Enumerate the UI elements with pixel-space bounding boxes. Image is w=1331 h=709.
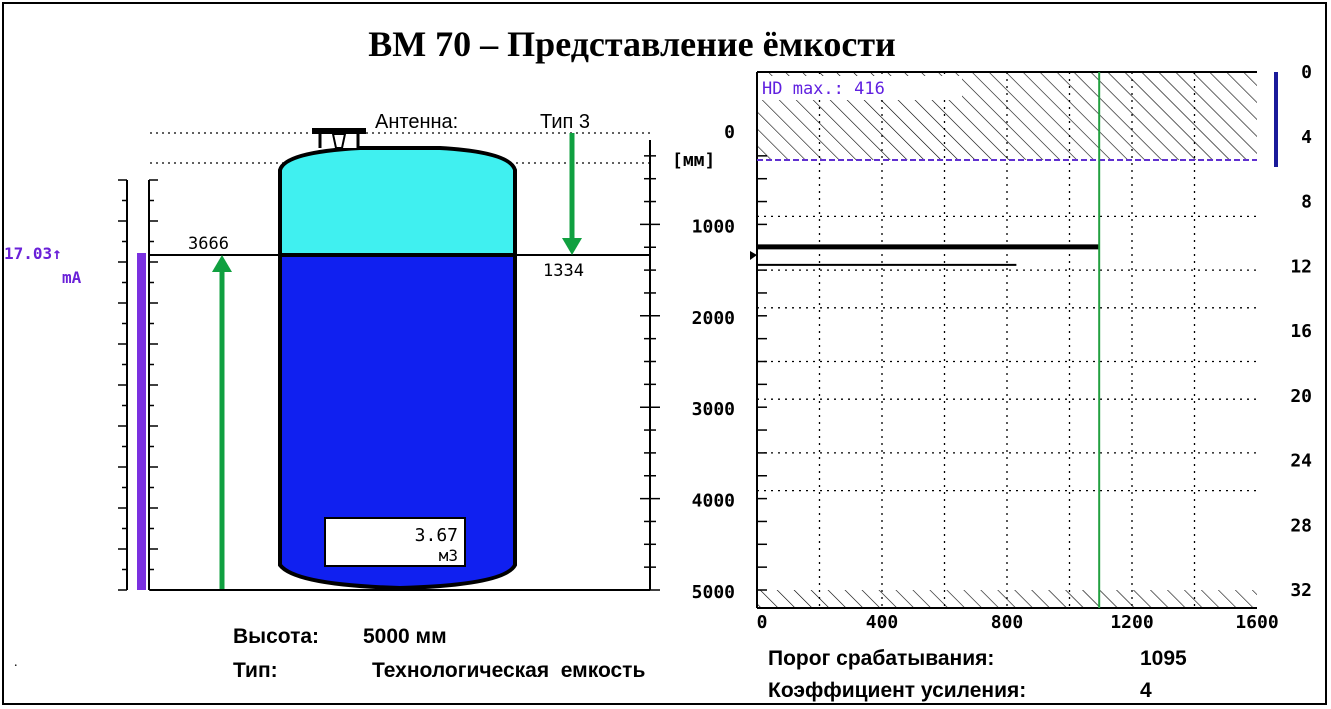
right-scale-labels: 0 4 8 12 16 20 24 28 32 <box>1290 62 1312 601</box>
depth-axis-unit: [мм] <box>672 150 715 171</box>
echo-chart-x-label: 0 <box>757 612 768 633</box>
antenna-label: Антенна: <box>375 111 458 133</box>
height-value: 5000 мм <box>363 625 447 648</box>
echo-chart-x-label: 1200 <box>1110 612 1153 633</box>
echo-chart-x-labels: 0 400 800 1200 1600 <box>757 612 1279 633</box>
distance-value: 1334 <box>543 261 584 281</box>
echo-chart-x-label: 1600 <box>1235 612 1278 633</box>
depth-axis-label: 4000 <box>692 491 735 512</box>
right-scale-label: 0 <box>1301 62 1312 83</box>
current-bar <box>137 253 146 590</box>
tank-display: BM 70 – Представление ёмкости 17.03↑ mA … <box>4 24 1312 702</box>
type-label: Тип: <box>233 659 278 682</box>
right-scale-label: 24 <box>1290 451 1312 472</box>
echo-level-marker <box>750 251 757 260</box>
right-scale-label: 12 <box>1290 256 1312 277</box>
right-scale-label: 4 <box>1301 127 1312 148</box>
volume-value: 3.67 <box>415 525 458 546</box>
antenna-type: Тип 3 <box>540 111 590 133</box>
depth-axis-label: 0 <box>724 122 735 143</box>
right-scale-label: 16 <box>1290 321 1312 342</box>
page-title: BM 70 – Представление ёмкости <box>368 24 896 64</box>
right-scale-label: 20 <box>1290 386 1312 407</box>
distance-arrow <box>562 133 582 255</box>
current-unit: mA <box>62 268 82 287</box>
echo-chart-x-label: 800 <box>991 612 1024 633</box>
current-scale <box>118 179 158 591</box>
echo-chart: HD max.: 416 0 400 800 1200 1600 <box>750 71 1279 633</box>
depth-axis-label: 3000 <box>692 399 735 420</box>
gain-label: Коэффициент усиления: <box>768 679 1026 702</box>
hd-max-label: HD max.: 416 <box>762 79 885 99</box>
level-value: 3666 <box>188 234 229 254</box>
depth-axis-labels: 0 1000 2000 3000 4000 5000 <box>692 122 735 603</box>
right-scale-label: 32 <box>1290 580 1312 601</box>
right-scale-label: 28 <box>1290 515 1312 536</box>
tank-gas <box>278 146 517 257</box>
threshold-label: Порог срабатывания: <box>768 647 994 670</box>
antenna-horn <box>331 133 347 149</box>
threshold-value: 1095 <box>1140 647 1187 670</box>
level-arrow <box>212 255 232 590</box>
height-label: Высота: <box>233 625 319 648</box>
depth-axis-label: 2000 <box>692 308 735 329</box>
echo-chart-x-label: 400 <box>866 612 899 633</box>
gain-value: 4 <box>1140 679 1152 702</box>
volume-unit: м3 <box>439 546 458 565</box>
current-value: 17.03↑ <box>4 244 62 263</box>
depth-axis-label: 1000 <box>692 216 735 237</box>
corner-dot: . <box>14 655 18 670</box>
depth-axis-label: 5000 <box>692 582 735 603</box>
type-value: Технологическая емкость <box>372 659 645 682</box>
right-scale-label: 8 <box>1301 192 1312 213</box>
depth-axis: 0 1000 2000 3000 4000 5000 [мм] <box>640 122 735 603</box>
